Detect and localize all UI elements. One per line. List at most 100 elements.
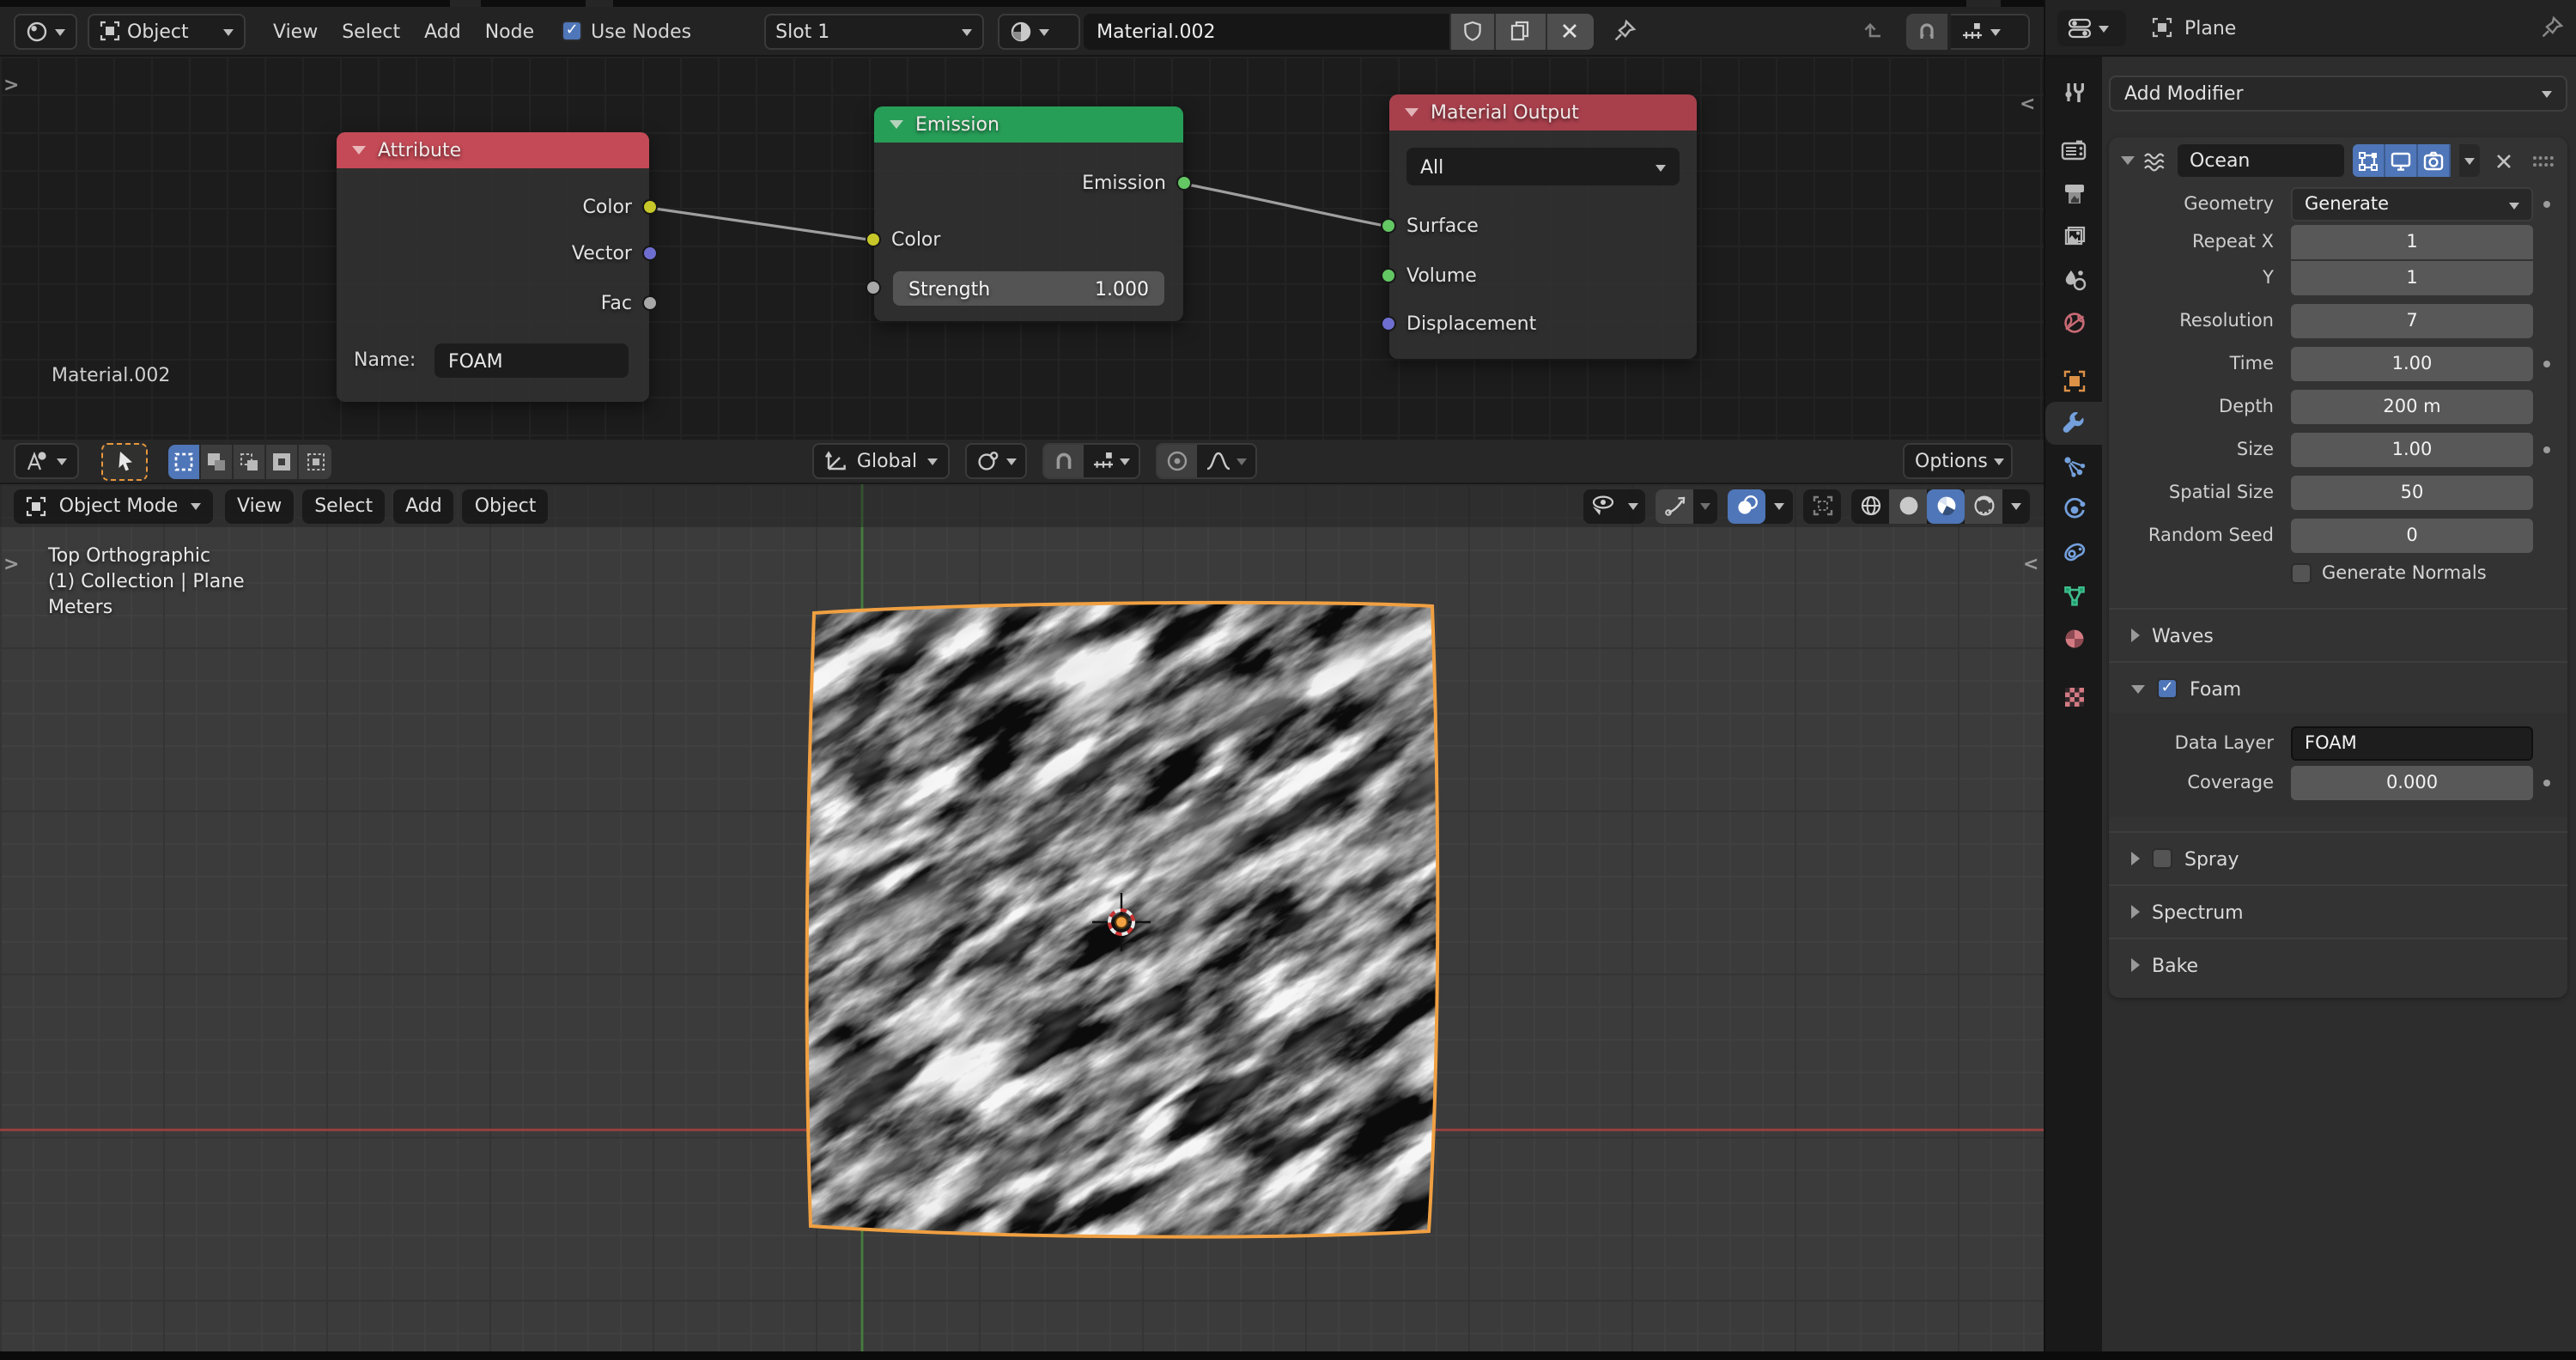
vp-menu-view[interactable]: View bbox=[225, 489, 294, 523]
collapse-icon[interactable] bbox=[1405, 108, 1419, 117]
pin-icon[interactable] bbox=[1612, 19, 1636, 43]
select-mode-subtract-button[interactable] bbox=[234, 444, 266, 478]
tab-modifiers[interactable] bbox=[2045, 402, 2102, 445]
collapse-icon[interactable] bbox=[352, 146, 366, 155]
shader-node-canvas[interactable]: Attribute Color Vector Fac Name: FOAM Em… bbox=[0, 57, 2044, 440]
pivot-point-dropdown[interactable] bbox=[965, 443, 1027, 479]
display-editmode-toggle[interactable] bbox=[2353, 144, 2385, 177]
emission-node[interactable]: Emission Emission Color Strength 1.000 bbox=[874, 106, 1183, 321]
section-bake[interactable]: Bake bbox=[2109, 946, 2567, 984]
material-output-node-header[interactable]: Material Output bbox=[1389, 94, 1697, 131]
active-tool-dropdown[interactable] bbox=[14, 443, 79, 479]
tab-material[interactable] bbox=[2045, 616, 2102, 659]
modifier-extras-dropdown[interactable] bbox=[2459, 144, 2480, 177]
shader-type-dropdown[interactable]: Object bbox=[88, 13, 246, 49]
shading-material-button[interactable] bbox=[1927, 489, 1965, 523]
repeat-x-field[interactable]: 1 bbox=[2291, 225, 2533, 259]
tab-output[interactable] bbox=[2045, 172, 2102, 215]
material-output-node[interactable]: Material Output All Surface Volume Displ… bbox=[1389, 94, 1697, 359]
section-spectrum[interactable]: Spectrum bbox=[2109, 893, 2567, 931]
select-mode-intersect-button[interactable] bbox=[299, 444, 331, 478]
use-nodes-toggle[interactable]: Use Nodes bbox=[562, 20, 691, 42]
socket-displacement-in[interactable] bbox=[1381, 316, 1396, 331]
falloff-dropdown[interactable] bbox=[1197, 445, 1255, 477]
tab-texture[interactable] bbox=[2045, 675, 2102, 718]
region-collapse-right-icon[interactable]: < bbox=[2023, 553, 2038, 575]
tab-constraints[interactable] bbox=[2045, 531, 2102, 574]
overlays-dropdown[interactable] bbox=[1728, 489, 1793, 523]
tab-render[interactable] bbox=[2045, 129, 2102, 172]
options-dropdown[interactable]: Options bbox=[1903, 443, 2013, 479]
tab-tool[interactable] bbox=[2045, 70, 2102, 113]
coverage-field[interactable]: 0.000 bbox=[2291, 766, 2533, 800]
snap-with-dropdown[interactable] bbox=[1084, 445, 1139, 477]
select-mode-new-button[interactable] bbox=[168, 444, 201, 478]
animate-dot[interactable] bbox=[2543, 361, 2550, 367]
strength-slider[interactable]: Strength 1.000 bbox=[893, 271, 1164, 306]
vp-menu-add[interactable]: Add bbox=[393, 489, 454, 523]
properties-editor-dropdown[interactable] bbox=[2057, 9, 2126, 46]
tab-physics[interactable] bbox=[2045, 488, 2102, 531]
foam-checkbox[interactable] bbox=[2157, 678, 2178, 699]
animate-dot[interactable] bbox=[2543, 780, 2550, 786]
snap-target-dropdown[interactable] bbox=[1951, 13, 2030, 49]
drag-handle-icon[interactable] bbox=[2531, 154, 2555, 167]
visibility-dropdown[interactable] bbox=[1583, 489, 1645, 523]
socket-color-in[interactable] bbox=[866, 232, 881, 247]
menu-node[interactable]: Node bbox=[475, 16, 544, 46]
transform-orientation-dropdown[interactable]: Global bbox=[812, 443, 950, 479]
section-spray[interactable]: Spray bbox=[2109, 840, 2567, 877]
socket-fac-out[interactable] bbox=[642, 295, 658, 311]
vp-menu-select[interactable]: Select bbox=[302, 489, 385, 523]
snap-toggle-button[interactable] bbox=[1906, 13, 1947, 49]
generate-normals-checkbox[interactable] bbox=[2291, 563, 2312, 584]
unlink-material-button[interactable] bbox=[1545, 13, 1593, 49]
shading-wireframe-button[interactable] bbox=[1851, 489, 1889, 523]
attribute-name-field[interactable]: FOAM bbox=[434, 343, 629, 378]
socket-vector-out[interactable] bbox=[642, 246, 658, 261]
ocean-modifier-header[interactable]: Ocean bbox=[2109, 137, 2567, 184]
tab-world[interactable] bbox=[2045, 301, 2102, 343]
editor-type-dropdown[interactable] bbox=[14, 13, 77, 49]
tab-object-data[interactable] bbox=[2045, 574, 2102, 616]
select-mode-extend-button[interactable] bbox=[201, 444, 234, 478]
socket-surface-in[interactable] bbox=[1381, 218, 1396, 234]
attribute-node-header[interactable]: Attribute bbox=[337, 132, 649, 168]
add-modifier-dropdown[interactable]: Add Modifier bbox=[2109, 76, 2567, 112]
attribute-node[interactable]: Attribute Color Vector Fac Name: FOAM bbox=[337, 132, 649, 402]
shading-rendered-button[interactable] bbox=[1965, 489, 2002, 523]
section-foam[interactable]: Foam bbox=[2109, 670, 2567, 707]
modifier-name-field[interactable]: Ocean bbox=[2178, 144, 2344, 177]
depth-field[interactable]: 200 m bbox=[2291, 390, 2533, 424]
spatial-size-field[interactable]: 50 bbox=[2291, 476, 2533, 510]
time-field[interactable]: 1.00 bbox=[2291, 347, 2533, 381]
shading-solid-button[interactable] bbox=[1889, 489, 1927, 523]
size-field[interactable]: 1.00 bbox=[2291, 433, 2533, 467]
material-slot-dropdown[interactable]: Slot 1 bbox=[763, 13, 983, 49]
socket-color-out[interactable] bbox=[642, 199, 658, 215]
parent-tree-icon[interactable] bbox=[1862, 20, 1886, 42]
viewport-3d[interactable]: Object Mode View Select Add Object bbox=[0, 484, 2044, 1351]
menu-add[interactable]: Add bbox=[414, 16, 471, 46]
tab-view-layer[interactable] bbox=[2045, 215, 2102, 258]
section-waves[interactable]: Waves bbox=[2109, 616, 2567, 654]
snap-toggle[interactable] bbox=[1044, 445, 1084, 477]
pin-icon[interactable] bbox=[2540, 15, 2564, 39]
gizmos-dropdown[interactable] bbox=[1656, 489, 1717, 523]
tab-particles[interactable] bbox=[2045, 445, 2102, 488]
repeat-y-field[interactable]: 1 bbox=[2291, 261, 2533, 295]
new-material-button[interactable] bbox=[1493, 13, 1545, 49]
spray-checkbox[interactable] bbox=[2152, 848, 2172, 869]
resolution-field[interactable]: 7 bbox=[2291, 304, 2533, 338]
menu-view[interactable]: View bbox=[263, 16, 328, 46]
display-realtime-toggle[interactable] bbox=[2385, 144, 2418, 177]
material-name-field[interactable]: Material.002 bbox=[1083, 13, 1449, 49]
collapse-icon[interactable] bbox=[890, 120, 903, 129]
tab-scene[interactable] bbox=[2045, 258, 2102, 301]
proportional-toggle[interactable] bbox=[1157, 445, 1197, 477]
vp-menu-object[interactable]: Object bbox=[463, 489, 549, 523]
menu-select[interactable]: Select bbox=[331, 16, 410, 46]
emission-node-header[interactable]: Emission bbox=[874, 106, 1183, 143]
remove-modifier-icon[interactable] bbox=[2495, 152, 2512, 169]
tab-object[interactable] bbox=[2045, 359, 2102, 402]
